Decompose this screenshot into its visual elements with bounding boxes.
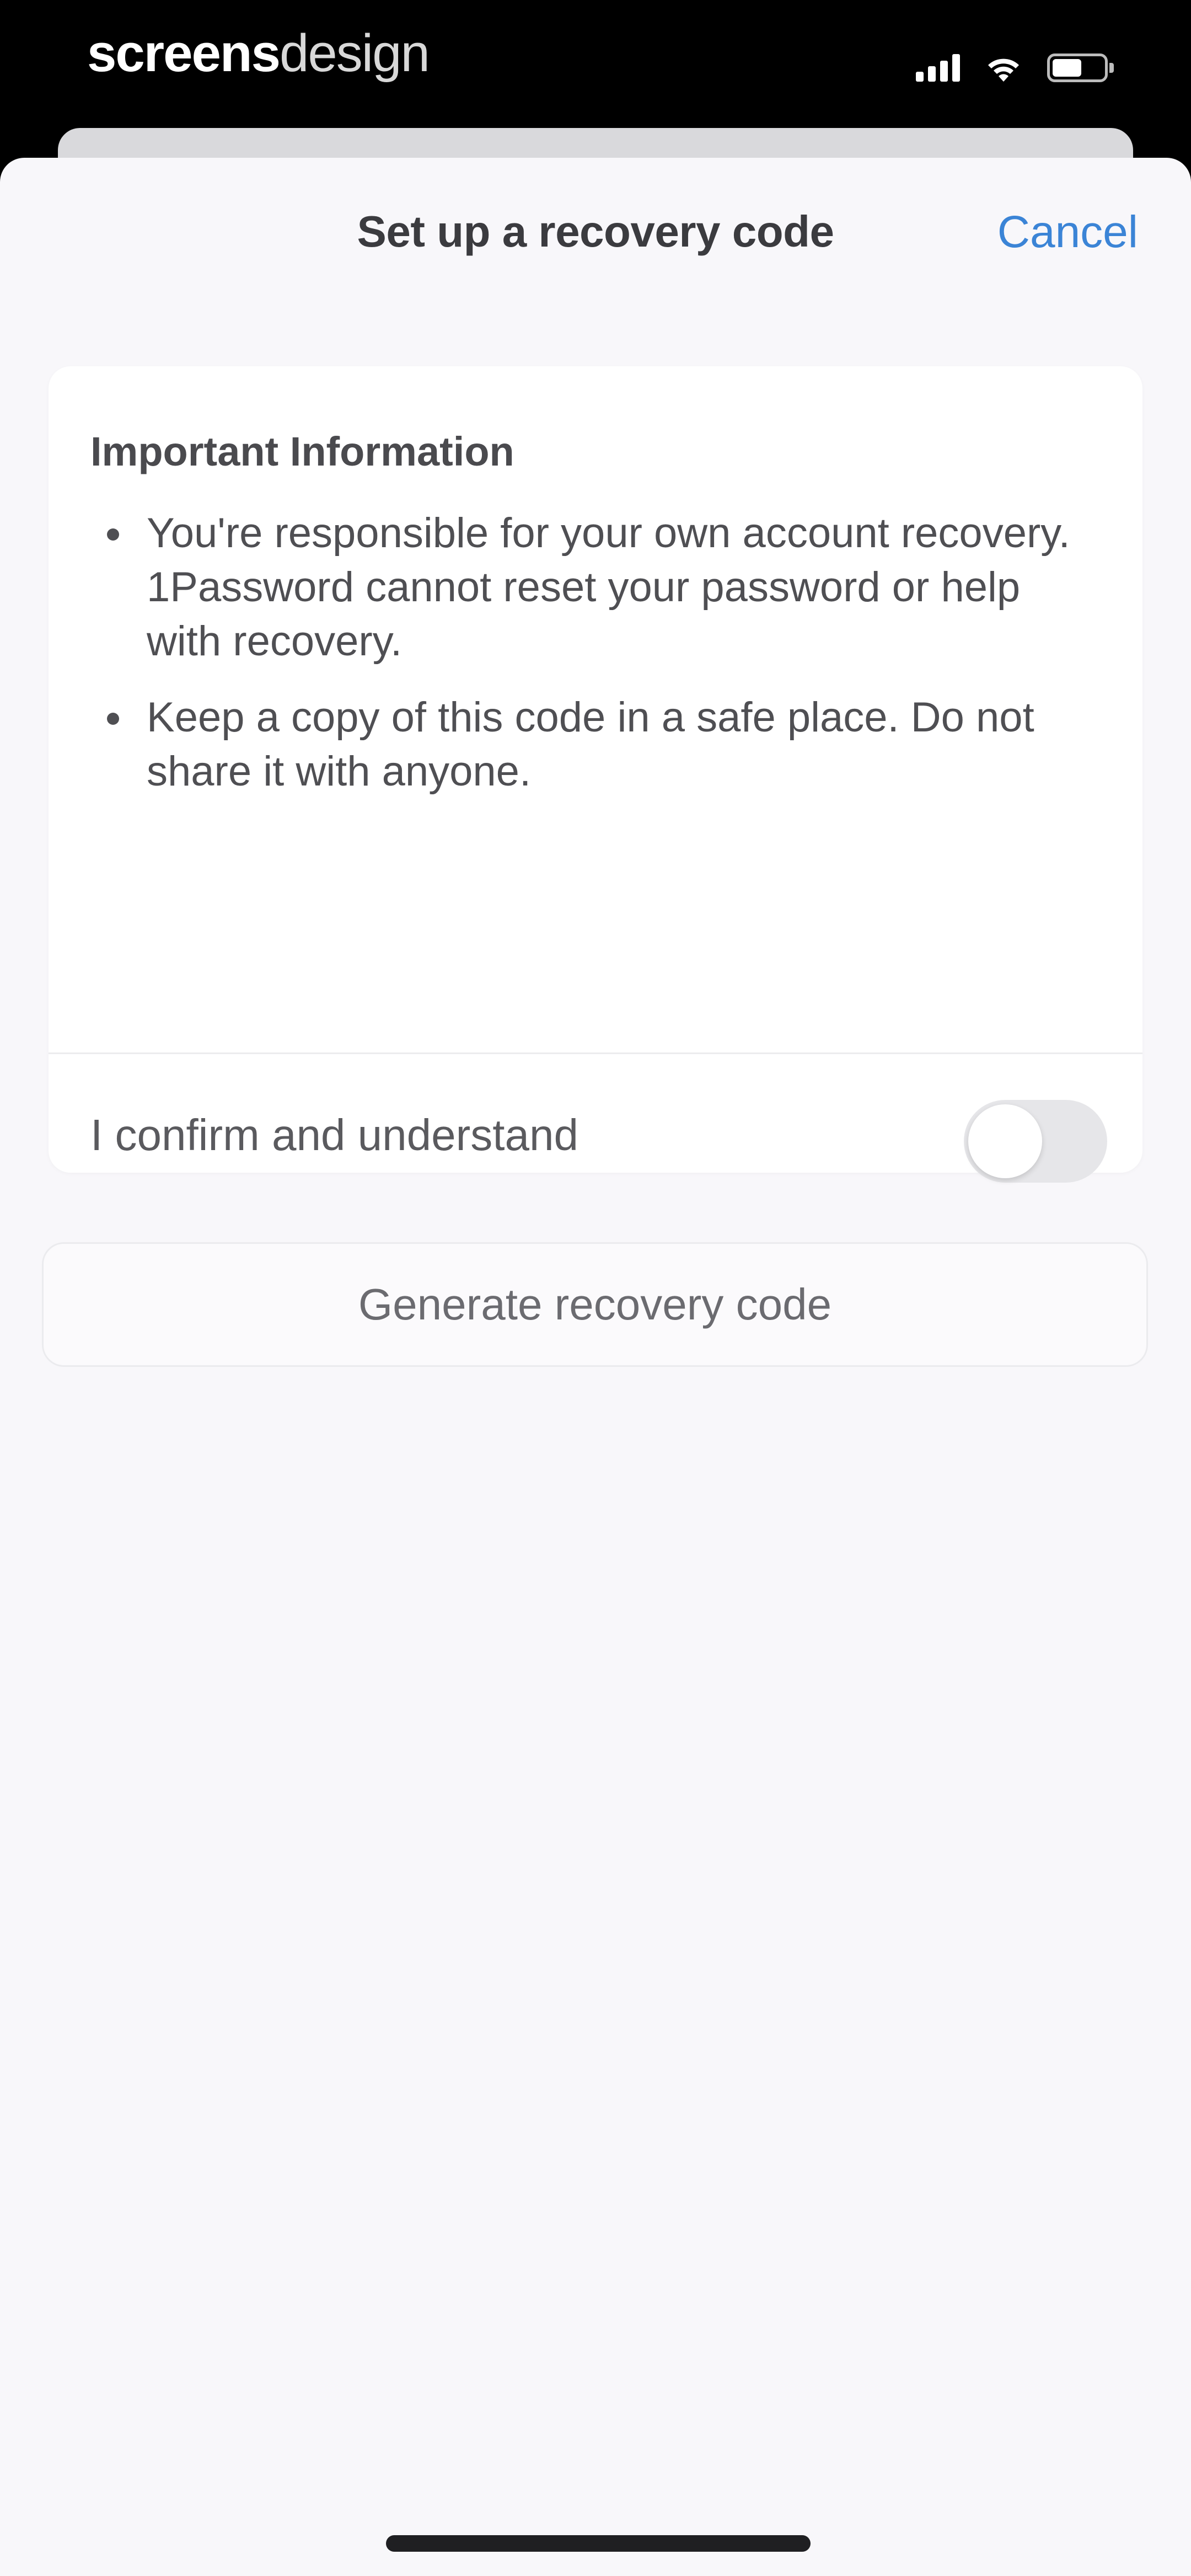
bullet-text: Keep a copy of this code in a safe place… <box>147 694 1034 795</box>
toggle-knob <box>968 1104 1042 1178</box>
brand-part-1: screens <box>87 24 281 83</box>
bullet-icon <box>107 713 119 725</box>
bullet-text: You're responsible for your own account … <box>147 510 1070 665</box>
info-bullet-list: You're responsible for your own account … <box>90 506 1094 821</box>
signal-icon <box>916 54 960 82</box>
confirm-toggle[interactable] <box>964 1100 1107 1183</box>
info-heading: Important Information <box>90 429 514 474</box>
list-item: Keep a copy of this code in a safe place… <box>90 691 1094 799</box>
list-item: You're responsible for your own account … <box>90 506 1094 669</box>
divider <box>49 1052 1142 1054</box>
wifi-icon <box>984 53 1023 83</box>
confirm-label: I confirm and understand <box>90 1110 578 1159</box>
battery-icon <box>1047 54 1114 82</box>
modal-sheet: Set up a recovery code Cancel Important … <box>0 158 1191 2576</box>
brand-watermark: screensdesign <box>87 23 430 84</box>
brand-part-2: design <box>279 24 430 83</box>
bullet-icon <box>107 528 119 541</box>
status-icons <box>916 49 1114 87</box>
generate-recovery-code-button[interactable]: Generate recovery code <box>42 1242 1148 1367</box>
cancel-button[interactable]: Cancel <box>997 206 1138 258</box>
nav-bar: Set up a recovery code Cancel <box>0 158 1191 318</box>
home-indicator[interactable] <box>386 2535 811 2552</box>
app-screen: screensdesign Set up a recovery code Can… <box>0 0 1191 2576</box>
important-info-card: Important Information You're responsible… <box>49 366 1142 1183</box>
status-bar: screensdesign <box>0 0 1191 127</box>
